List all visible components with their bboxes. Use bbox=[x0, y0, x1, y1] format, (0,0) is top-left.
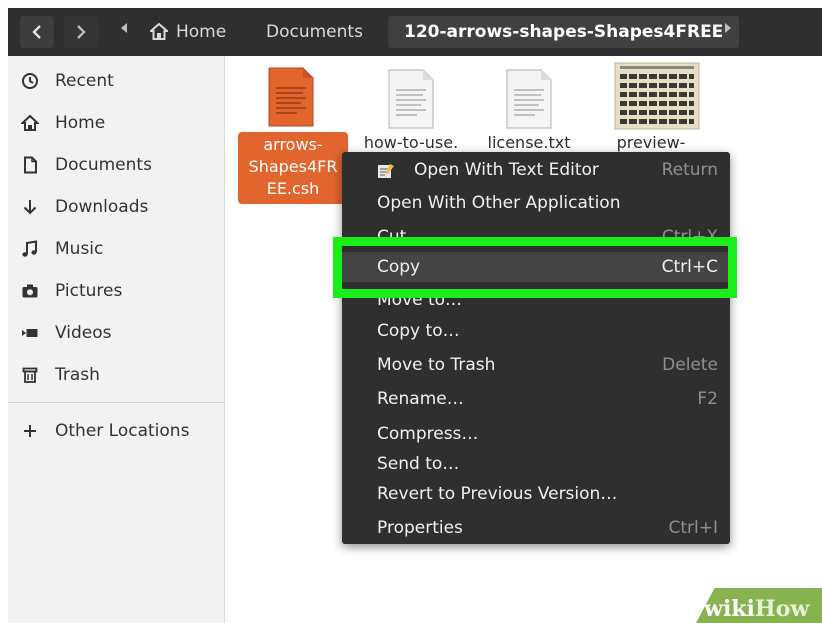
sidebar-item-label: Videos bbox=[55, 323, 112, 343]
menu-item-label: Rename… bbox=[377, 389, 464, 409]
music-icon bbox=[22, 240, 37, 257]
plus-icon bbox=[24, 425, 36, 437]
header-bar: Home Documents 120-arrows-shapes-Shapes4… bbox=[8, 8, 822, 56]
menu-item-shortcut: F2 bbox=[697, 389, 718, 409]
file-name-line: EE.csh bbox=[266, 179, 320, 198]
sidebar-item-videos[interactable]: Videos bbox=[8, 315, 224, 351]
file-manager-window: Home Documents 120-arrows-shapes-Shapes4… bbox=[0, 0, 822, 623]
sidebar-item-label: Trash bbox=[55, 365, 100, 385]
highlight-box bbox=[333, 237, 737, 298]
sidebar-item-label: Downloads bbox=[55, 197, 149, 217]
path-scroll-left[interactable] bbox=[120, 22, 128, 38]
context-menu: Open With Text Editor Return Open With O… bbox=[342, 152, 730, 544]
menu-item-revert-to-previous-version[interactable]: Revert to Previous Version… bbox=[342, 479, 730, 509]
forward-button[interactable] bbox=[64, 16, 98, 48]
image-thumbnail-icon bbox=[614, 62, 700, 130]
path-scroll-right[interactable] bbox=[724, 22, 732, 38]
sidebar-separator bbox=[8, 402, 224, 403]
sidebar-item-music[interactable]: Music bbox=[8, 231, 224, 267]
video-icon bbox=[22, 329, 38, 337]
breadcrumb-home[interactable]: Home bbox=[150, 16, 226, 48]
chevron-left-icon bbox=[32, 25, 41, 39]
menu-item-label: Compress… bbox=[377, 424, 479, 444]
breadcrumb-current-folder[interactable]: 120-arrows-shapes-Shapes4FREE bbox=[388, 16, 740, 48]
chevron-right-icon bbox=[77, 25, 86, 39]
file-name: how-to-use. bbox=[363, 133, 459, 152]
menu-item-properties[interactable]: Properties Ctrl+I bbox=[342, 513, 730, 543]
menu-item-label: Copy to… bbox=[377, 321, 460, 341]
sidebar-item-documents[interactable]: Documents bbox=[8, 147, 224, 183]
home-icon bbox=[21, 114, 39, 131]
menu-item-label: Revert to Previous Version… bbox=[377, 484, 618, 504]
sidebar-item-label: Home bbox=[55, 113, 106, 133]
file-name: arrows- Shapes4FR EE.csh bbox=[238, 132, 348, 204]
sidebar-item-other-locations[interactable]: Other Locations bbox=[8, 413, 224, 449]
menu-item-rename[interactable]: Rename… F2 bbox=[342, 384, 730, 414]
file-name: preview- bbox=[616, 133, 686, 152]
text-file-icon bbox=[506, 69, 552, 129]
sidebar-item-home[interactable]: Home bbox=[8, 105, 224, 141]
breadcrumb-home-label: Home bbox=[176, 22, 227, 42]
sidebar-item-pictures[interactable]: Pictures bbox=[8, 273, 224, 309]
file-name-line: Shapes4FR bbox=[248, 157, 338, 176]
menu-item-compress[interactable]: Compress… bbox=[342, 419, 730, 449]
download-icon bbox=[23, 200, 37, 215]
trash-icon bbox=[22, 367, 38, 383]
menu-item-label: Properties bbox=[377, 518, 463, 538]
sidebar-item-recent[interactable]: Recent bbox=[8, 63, 224, 99]
file-name: license.txt bbox=[487, 133, 571, 152]
menu-item-shortcut: Return bbox=[661, 160, 718, 180]
menu-item-shortcut: Delete bbox=[662, 355, 718, 375]
sidebar-item-label: Recent bbox=[55, 71, 114, 91]
menu-item-shortcut: Ctrl+I bbox=[668, 518, 718, 538]
menu-item-move-to-trash[interactable]: Move to Trash Delete bbox=[342, 350, 730, 380]
menu-item-open-with-other-application[interactable]: Open With Other Application bbox=[342, 188, 730, 218]
menu-item-label: Move to Trash bbox=[377, 355, 496, 375]
menu-item-label: Open With Text Editor bbox=[414, 160, 599, 180]
sidebar-item-downloads[interactable]: Downloads bbox=[8, 189, 224, 225]
home-icon bbox=[150, 23, 168, 40]
text-file-icon bbox=[388, 69, 434, 129]
menu-item-open-with-text-editor[interactable]: Open With Text Editor Return bbox=[342, 155, 730, 185]
sidebar-item-label: Other Locations bbox=[55, 421, 190, 441]
sidebar-item-label: Music bbox=[55, 239, 104, 259]
camera-icon bbox=[22, 284, 38, 298]
menu-item-copy-to[interactable]: Copy to… bbox=[342, 316, 730, 346]
sidebar: Recent Home Documents Downloads Music Pi… bbox=[8, 56, 225, 623]
sidebar-item-trash[interactable]: Trash bbox=[8, 357, 224, 393]
watermark-part: How bbox=[754, 596, 810, 622]
file-icon bbox=[268, 67, 314, 127]
file-name-line: arrows- bbox=[263, 135, 323, 154]
text-editor-icon bbox=[378, 164, 394, 178]
menu-item-label: Open With Other Application bbox=[377, 193, 621, 213]
document-icon bbox=[24, 156, 37, 174]
triangle-left-icon bbox=[121, 23, 127, 33]
triangle-right-icon bbox=[725, 23, 731, 33]
sidebar-item-label: Documents bbox=[55, 155, 152, 175]
sidebar-item-label: Pictures bbox=[55, 281, 123, 301]
menu-item-send-to[interactable]: Send to… bbox=[342, 449, 730, 479]
watermark-logo: wikiHow bbox=[704, 596, 809, 622]
back-button[interactable] bbox=[20, 16, 54, 48]
breadcrumb-documents[interactable]: Documents bbox=[266, 16, 363, 48]
watermark-part: wiki bbox=[704, 596, 755, 622]
clock-icon bbox=[22, 73, 38, 89]
menu-item-label: Send to… bbox=[377, 454, 460, 474]
